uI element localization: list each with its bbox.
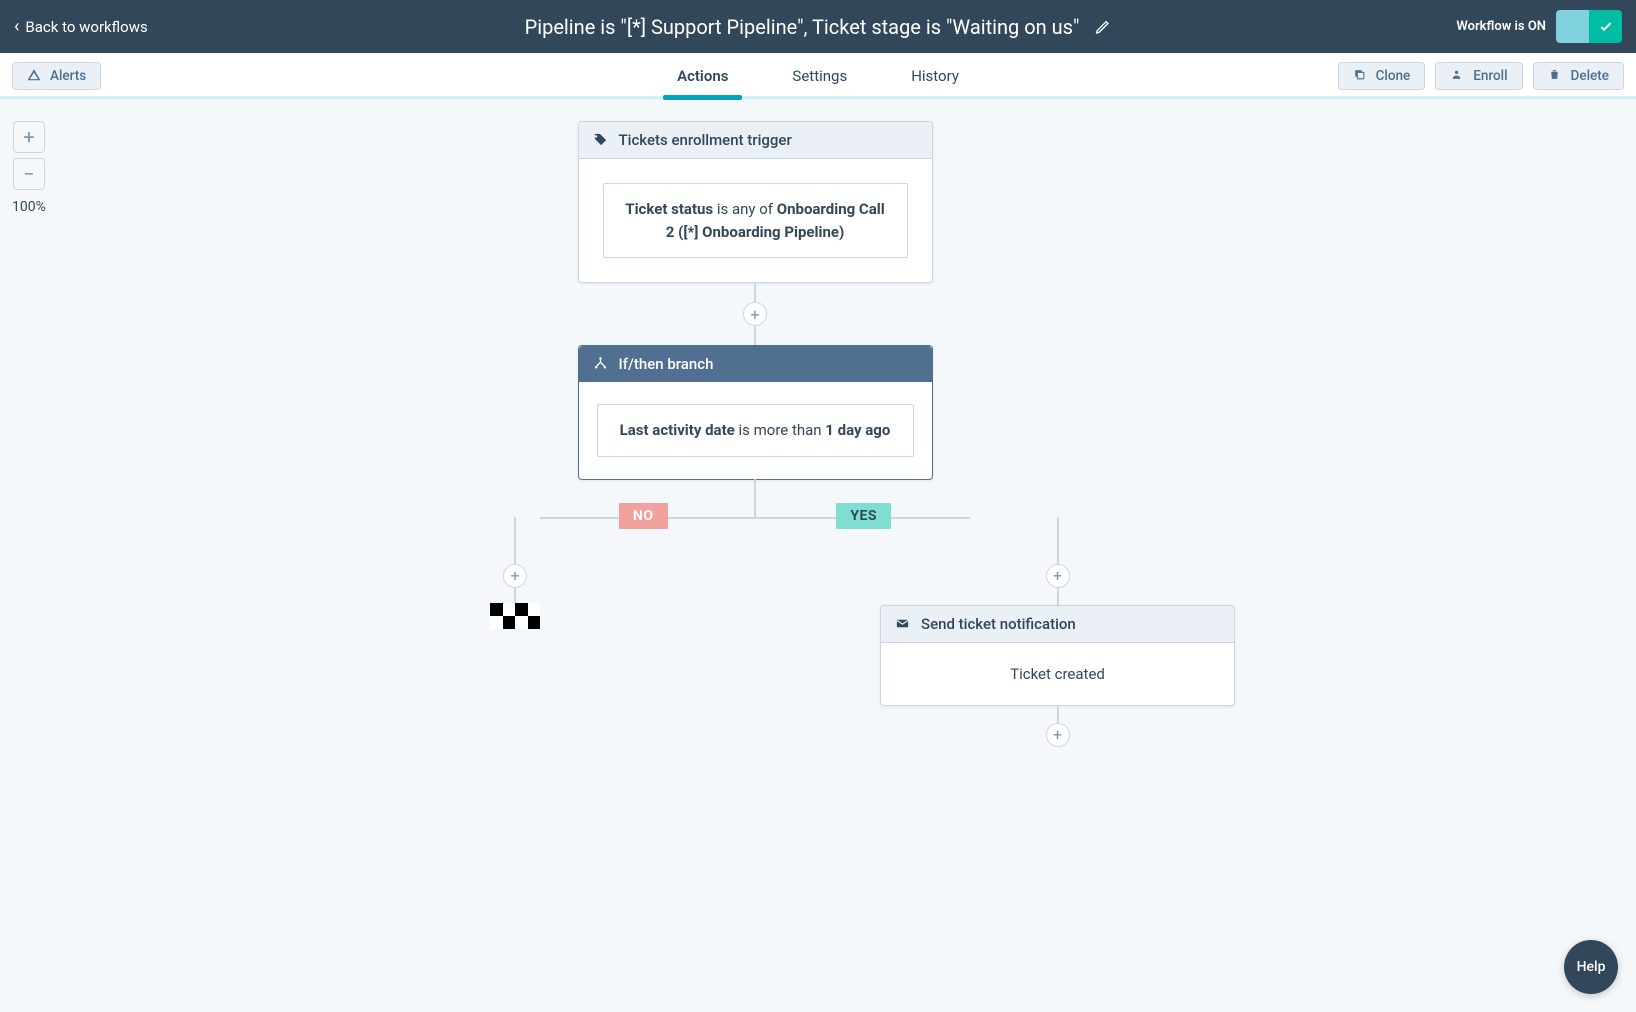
check-icon [1589,10,1622,43]
workflow-toggle[interactable] [1556,10,1622,43]
zoom-level: 100% [12,199,46,215]
zoom-controls: + − 100% [12,121,46,215]
tab-settings[interactable]: Settings [792,53,847,98]
tag-icon [593,132,609,148]
trigger-body: Ticket status is any of Onboarding Call … [579,159,932,282]
clone-button[interactable]: Clone [1338,62,1426,90]
notify-title: Send ticket notification [921,615,1076,633]
copy-icon [1353,68,1369,84]
notify-card[interactable]: Send ticket notification Ticket created [880,605,1235,706]
branch-no-column: + [405,517,540,746]
header-right: Workflow is ON [1456,10,1622,43]
trigger-title: Tickets enrollment trigger [619,131,792,149]
help-label: Help [1577,959,1606,975]
branch-body: Last activity date is more than 1 day ag… [579,382,932,479]
connector-line [754,325,756,345]
flow-column: Tickets enrollment trigger Ticket status… [405,121,1105,746]
branch-condition[interactable]: Last activity date is more than 1 day ag… [597,404,914,457]
branch-icon [593,356,609,372]
delete-label: Delete [1571,68,1609,84]
connector-line [1057,587,1059,605]
trigger-card[interactable]: Tickets enrollment trigger Ticket status… [578,121,933,283]
connector-line [1057,706,1059,724]
back-label: Back to workflows [25,18,147,36]
end-flag-icon [490,603,540,629]
branch-yes-column: + Send ticket notification Ticket create… [880,517,1235,746]
notify-card-header: Send ticket notification [881,606,1234,643]
trigger-field: Ticket status [625,200,713,218]
branch-split: NO YES [405,479,1105,529]
chevron-left-icon: ‹ [14,18,19,36]
top-header: ‹ Back to workflows Pipeline is "[*] Sup… [0,0,1636,53]
pencil-icon[interactable] [1093,18,1111,36]
branch-yes-label: YES [836,503,891,529]
enroll-label: Enroll [1473,68,1507,84]
add-step-after-notify-button[interactable]: + [1046,723,1070,747]
tabs: Actions Settings History [677,53,959,98]
zoom-in-button[interactable]: + [13,121,45,153]
tab-history[interactable]: History [911,53,959,98]
branch-title: If/then branch [619,355,714,373]
trigger-condition[interactable]: Ticket status is any of Onboarding Call … [603,183,908,258]
page-title-wrap: Pipeline is "[*] Support Pipeline", Tick… [525,15,1112,39]
warning-icon [27,68,43,84]
zoom-out-button[interactable]: − [13,158,45,190]
tab-actions[interactable]: Actions [677,53,728,98]
branch-field: Last activity date [620,421,735,439]
add-step-no-button[interactable]: + [503,564,527,588]
workflow-status-label: Workflow is ON [1456,19,1546,34]
branch-columns: + + Send ticket notification [405,517,1105,746]
connector-line [754,283,756,303]
branch-no-label: NO [619,503,668,529]
enroll-icon [1450,68,1466,84]
back-to-workflows-link[interactable]: ‹ Back to workflows [14,18,148,36]
sub-bar: Alerts Actions Settings History Clone En… [0,53,1636,99]
toggle-off-segment [1556,10,1589,43]
branch-card[interactable]: If/then branch Last activity date is mor… [578,345,933,480]
mail-icon [895,616,911,632]
workflow-canvas[interactable]: + − 100% Tickets enrollment trigger Tick… [0,99,1636,1012]
delete-button[interactable]: Delete [1533,62,1624,90]
help-button[interactable]: Help [1564,940,1618,994]
branch-value: 1 day ago [825,421,890,439]
trigger-card-header: Tickets enrollment trigger [579,122,932,159]
trigger-operator: is any of [717,200,773,218]
enroll-button[interactable]: Enroll [1435,62,1522,90]
page-title: Pipeline is "[*] Support Pipeline", Tick… [525,15,1080,39]
branch-operator: is more than [739,421,822,439]
alerts-label: Alerts [50,68,86,84]
alerts-button[interactable]: Alerts [12,62,101,90]
notify-body: Ticket created [881,643,1234,705]
trash-icon [1548,68,1564,84]
add-step-button[interactable]: + [743,302,767,326]
branch-card-header: If/then branch [579,346,932,382]
clone-label: Clone [1376,68,1411,84]
add-step-yes-button[interactable]: + [1046,564,1070,588]
